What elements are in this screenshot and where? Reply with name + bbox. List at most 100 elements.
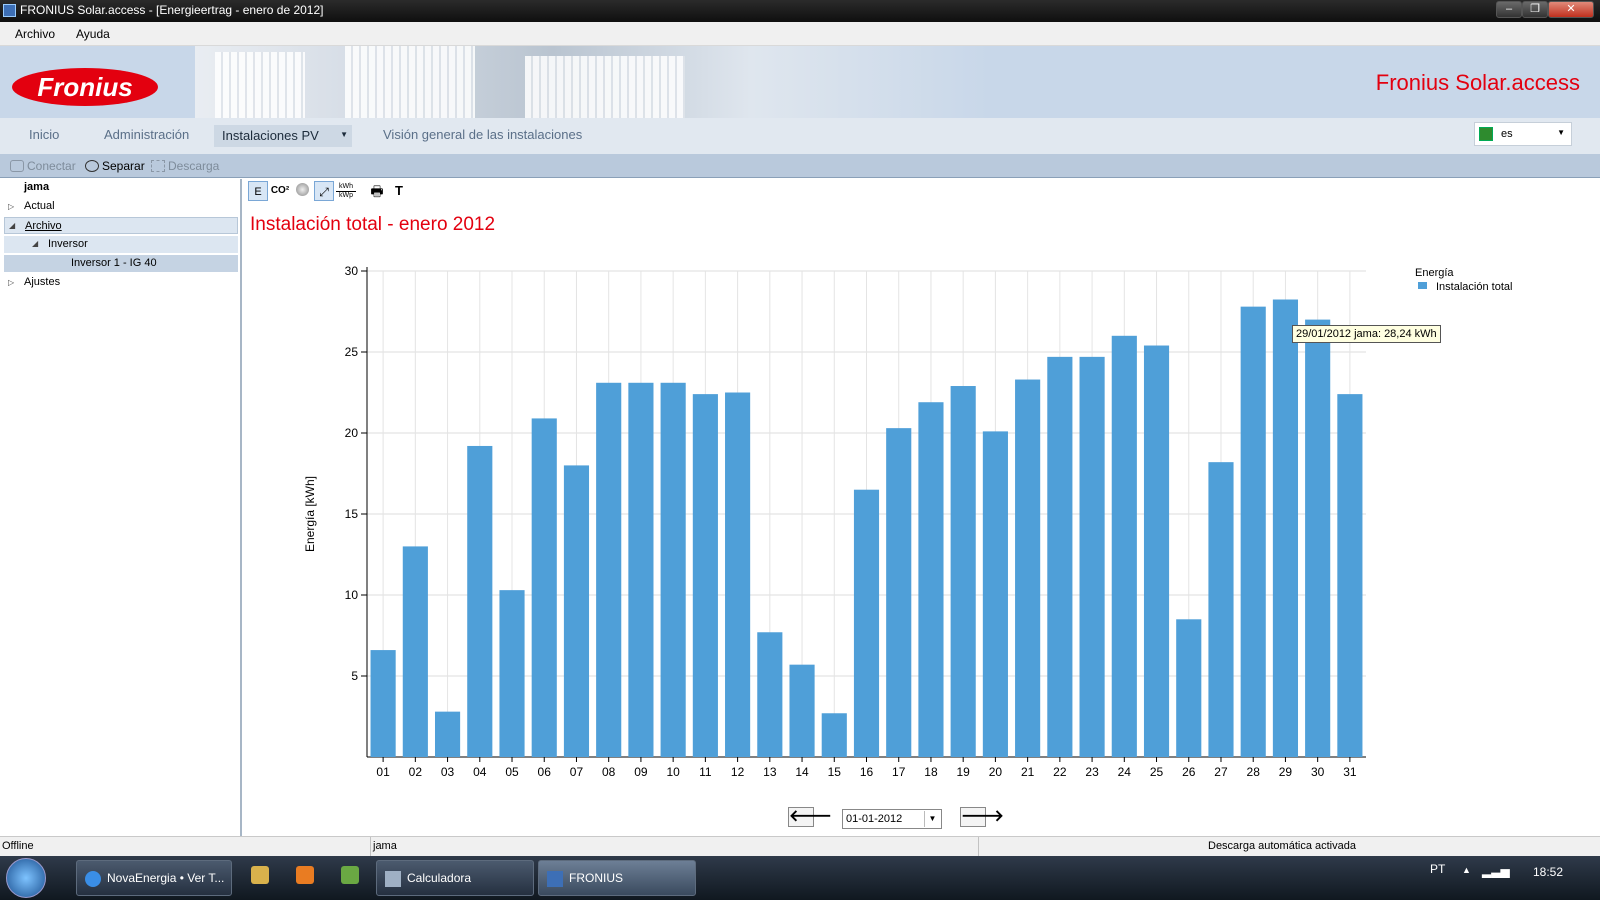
- x-tick-label: 18: [924, 765, 938, 779]
- x-tick-label: 14: [795, 765, 809, 779]
- tab-instalaciones-pv-label: Instalaciones PV: [222, 128, 319, 143]
- arrow-left-icon: 🡐: [789, 808, 832, 825]
- browser-icon: [85, 871, 101, 887]
- x-tick-label: 24: [1118, 765, 1132, 779]
- disconnect-button[interactable]: Separar: [85, 159, 145, 173]
- tree-item-inversor: Inversor: [48, 238, 88, 250]
- energy-bar-chart: 5 10 15 20 25 30 01 02 03 04 05 06 07 08 09 10 11 12 13 14 1…: [303, 264, 1512, 779]
- x-tick-label: 07: [570, 765, 584, 779]
- legend-swatch: [1418, 282, 1427, 289]
- bar-day-30: [1305, 319, 1331, 757]
- bar-day-23: [1079, 356, 1105, 757]
- minimize-button[interactable]: –: [1496, 1, 1522, 18]
- bar-day-11: [692, 394, 718, 757]
- menu-archivo[interactable]: Archivo: [15, 27, 55, 41]
- tree-item-ajustes[interactable]: Ajustes: [24, 274, 60, 290]
- collapse-icon[interactable]: ◢: [32, 239, 38, 248]
- task-calculadora[interactable]: Calculadora: [376, 860, 534, 896]
- start-button[interactable]: [6, 858, 46, 898]
- x-tick-label: 29: [1279, 765, 1293, 779]
- connect-button[interactable]: Conectar: [10, 159, 76, 173]
- chevron-down-icon[interactable]: ▼: [924, 811, 940, 827]
- tab-vision-general[interactable]: Visión general de las instalaciones: [383, 127, 582, 145]
- window-titlebar: FRONIUS Solar.access - [Energieertrag - …: [0, 0, 1600, 22]
- office-icon[interactable]: [341, 866, 359, 884]
- y-tick-label: 25: [345, 345, 359, 359]
- status-connection: Offline: [2, 840, 34, 852]
- y-tick-label: 30: [345, 264, 359, 278]
- bar-day-21: [1015, 379, 1041, 757]
- network-signal-icon[interactable]: ▂▃▅: [1482, 864, 1510, 878]
- x-tick-label: 11: [699, 765, 712, 779]
- arrow-right-icon: 🡒: [961, 808, 1004, 825]
- x-tick-label: 15: [828, 765, 842, 779]
- tab-instalaciones-pv[interactable]: Instalaciones PV ▼: [214, 125, 352, 147]
- fronius-app-icon: [547, 871, 563, 887]
- x-tick-label: 26: [1182, 765, 1196, 779]
- task-fronius[interactable]: FRONIUS Solar.acces...: [538, 860, 696, 896]
- disconnect-label: Separar: [102, 159, 145, 173]
- menu-bar: Archivo Ayuda: [0, 22, 1600, 46]
- expand-icon[interactable]: ▷: [8, 278, 14, 287]
- bar-day-13: [757, 632, 783, 757]
- x-tick-label: 13: [763, 765, 777, 779]
- bar-day-09: [628, 382, 654, 757]
- download-label: Descarga: [168, 159, 220, 173]
- collapse-icon[interactable]: ◢: [9, 221, 15, 230]
- language-flag-icon: [1479, 127, 1493, 141]
- x-tick-label: 27: [1214, 765, 1228, 779]
- bar-day-18: [918, 402, 944, 757]
- bar-day-17: [886, 428, 912, 757]
- menu-ayuda[interactable]: Ayuda: [76, 27, 110, 41]
- app-icon: [3, 4, 16, 17]
- y-tick-label: 5: [351, 669, 358, 683]
- tree-item-inversor1-row[interactable]: Inversor 1 - IG 40: [4, 255, 238, 272]
- bar-day-06: [531, 418, 557, 757]
- x-tick-label: 08: [602, 765, 616, 779]
- date-picker[interactable]: 01-01-2012 ▼: [842, 809, 942, 829]
- status-installation: jama: [373, 840, 397, 852]
- task-novaenergia[interactable]: NovaEnergia • Ver T...: [76, 860, 232, 896]
- chevron-down-icon: ▼: [340, 130, 348, 139]
- bar-day-24: [1111, 335, 1137, 757]
- window-title: FRONIUS Solar.access - [Energieertrag - …: [20, 3, 324, 17]
- tree-item-actual[interactable]: Actual: [24, 198, 55, 214]
- expand-icon[interactable]: ▷: [8, 202, 14, 211]
- connect-label: Conectar: [27, 159, 76, 173]
- tab-inicio[interactable]: Inicio: [29, 127, 59, 145]
- x-tick-label: 03: [441, 765, 455, 779]
- bar-day-02: [402, 546, 428, 757]
- previous-month-button[interactable]: 🡐: [788, 807, 832, 827]
- taskbar: NovaEnergia • Ver T... Calculadora FRONI…: [0, 856, 1600, 900]
- restore-button[interactable]: ❐: [1522, 1, 1548, 18]
- x-tick-label: 12: [731, 765, 745, 779]
- folder-icon[interactable]: [251, 866, 269, 884]
- bar-day-08: [596, 382, 622, 757]
- banner-photo: [195, 46, 990, 118]
- x-tick-label: 25: [1150, 765, 1164, 779]
- bar-day-31: [1337, 394, 1363, 757]
- language-value: es: [1501, 128, 1513, 140]
- next-month-button[interactable]: 🡒: [960, 807, 1004, 827]
- x-tick-label: 23: [1085, 765, 1099, 779]
- show-hidden-icons-icon[interactable]: ▲: [1462, 865, 1471, 875]
- tray-language[interactable]: PT: [1430, 862, 1445, 876]
- media-player-icon[interactable]: [296, 866, 314, 884]
- bar-day-25: [1143, 345, 1170, 757]
- task-novaenergia-label: NovaEnergia • Ver T...: [107, 871, 225, 885]
- clock-time[interactable]: 18:52: [1533, 865, 1563, 879]
- y-tick-label: 15: [345, 507, 359, 521]
- download-button[interactable]: Descarga: [151, 159, 219, 173]
- x-tick-label: 19: [956, 765, 970, 779]
- x-tick-label: 30: [1311, 765, 1325, 779]
- tab-administracion[interactable]: Administración: [104, 127, 189, 145]
- x-tick-label: 20: [989, 765, 1003, 779]
- close-button[interactable]: ✕: [1548, 1, 1594, 18]
- tree-root[interactable]: jama: [24, 179, 49, 195]
- language-select[interactable]: es ▼: [1474, 122, 1572, 146]
- x-tick-label: 21: [1021, 765, 1035, 779]
- tree-item-archivo-row[interactable]: ◢ Archivo: [4, 217, 238, 234]
- tree-item-inversor-row[interactable]: ◢ Inversor: [4, 236, 238, 253]
- y-axis-label: Energía [kWh]: [303, 476, 317, 552]
- banner: Fronius Fronius Solar.access: [0, 46, 1600, 118]
